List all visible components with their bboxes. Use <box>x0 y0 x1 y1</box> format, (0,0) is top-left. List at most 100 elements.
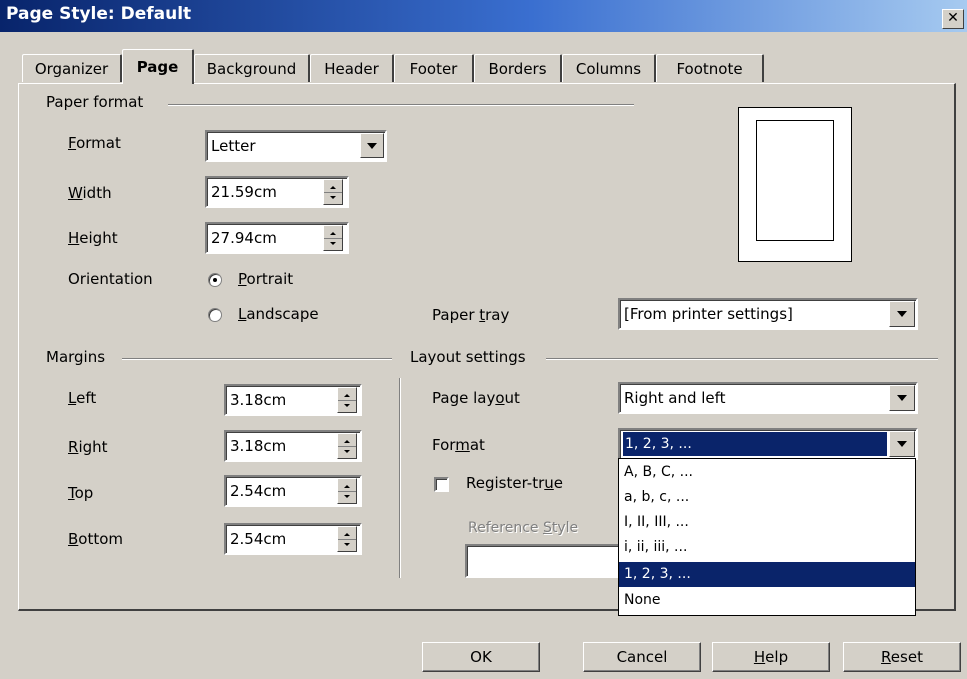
paper-tray-dropdown-button[interactable] <box>889 301 915 327</box>
height-label: Height <box>68 229 118 247</box>
chevron-down-icon <box>367 142 377 149</box>
left-margin-label: Left <box>68 389 97 407</box>
spin-down-icon <box>330 242 336 245</box>
spin-down-icon <box>330 196 336 199</box>
register-true-label[interactable]: Register-true <box>466 474 563 492</box>
height-value: 27.94cm <box>211 229 277 247</box>
numbering-format-dropdown-button[interactable] <box>889 431 915 457</box>
list-option[interactable]: i, ii, iii, ... <box>619 535 915 560</box>
bottom-margin-value: 2.54cm <box>230 530 287 548</box>
spin-divider <box>324 238 342 239</box>
tab-label: Organizer <box>34 60 109 78</box>
ok-button[interactable]: OK <box>422 642 540 672</box>
paper-tray-label: Paper tray <box>432 306 510 324</box>
help-button[interactable]: Help <box>712 642 830 672</box>
tab-background[interactable]: Background <box>194 54 310 82</box>
tab-label: Footnote <box>676 60 743 78</box>
spin-divider <box>338 400 356 401</box>
paper-tray-select[interactable]: [From printer settings] <box>618 298 918 330</box>
portrait-label[interactable]: Portrait <box>238 270 293 288</box>
paper-format-dropdown-button[interactable] <box>360 133 384 158</box>
height-spin-buttons[interactable] <box>323 225 343 251</box>
reference-style-select <box>465 544 625 578</box>
width-value: 21.59cm <box>211 183 277 201</box>
numbering-format-label: Format <box>432 436 485 454</box>
spin-divider <box>338 446 356 447</box>
spin-divider <box>338 539 356 540</box>
numbering-format-select[interactable]: 1, 2, 3, ... <box>618 428 918 460</box>
spin-down-icon <box>344 543 350 546</box>
title-bar: Page Style: Default <box>0 0 967 32</box>
left-margin-spin-buttons[interactable] <box>337 387 357 413</box>
close-button[interactable]: ✕ <box>942 9 964 29</box>
width-spin-buttons[interactable] <box>323 179 343 205</box>
register-true-checkbox[interactable] <box>434 477 449 492</box>
spin-up-icon <box>344 533 350 536</box>
landscape-radio[interactable] <box>208 308 222 322</box>
chevron-down-icon <box>897 441 907 447</box>
tab-footnote[interactable]: Footnote <box>656 54 764 82</box>
reset-button[interactable]: Reset <box>843 642 961 672</box>
spin-up-icon <box>344 394 350 397</box>
portrait-radio[interactable] <box>208 273 222 287</box>
reference-style-label: Reference Style <box>468 520 579 536</box>
list-option[interactable]: a, b, c, ... <box>619 485 915 510</box>
window-title: Page Style: Default <box>6 4 192 24</box>
bottom-margin-spin-buttons[interactable] <box>337 526 357 552</box>
left-margin-value: 3.18cm <box>230 391 287 409</box>
list-option-selected[interactable]: 1, 2, 3, ... <box>619 562 915 587</box>
width-label: Width <box>68 184 112 202</box>
right-margin-label: Right <box>68 438 108 456</box>
spin-up-icon <box>330 186 336 189</box>
top-margin-spin-buttons[interactable] <box>337 478 357 504</box>
right-margin-value: 3.18cm <box>230 437 287 455</box>
tab-label: Header <box>324 60 379 78</box>
page-layout-value: Right and left <box>624 389 726 407</box>
spin-down-icon <box>344 450 350 453</box>
tab-header[interactable]: Header <box>310 54 394 82</box>
right-margin-spin-buttons[interactable] <box>337 433 357 459</box>
bottom-margin-label: Bottom <box>68 530 124 548</box>
format-label: Format <box>68 134 121 152</box>
paper-format-value: Letter <box>211 137 256 155</box>
paper-format-heading: Paper format <box>46 93 150 111</box>
page-layout-dropdown-button[interactable] <box>889 385 915 411</box>
landscape-label[interactable]: Landscape <box>238 305 319 323</box>
tab-label: Page <box>136 58 179 76</box>
numbering-format-dropdown-list[interactable]: A, B, C, ... a, b, c, ... I, II, III, ..… <box>618 458 916 616</box>
spin-divider <box>338 491 356 492</box>
tab-organizer[interactable]: Organizer <box>22 54 122 82</box>
margins-heading: Margins <box>46 348 112 366</box>
tab-label: Columns <box>575 60 642 78</box>
chevron-down-icon <box>897 311 907 317</box>
tab-page[interactable]: Page <box>122 49 194 84</box>
spin-up-icon <box>330 232 336 235</box>
paper-tray-value: [From printer settings] <box>624 305 793 323</box>
spin-divider <box>324 192 342 193</box>
list-option[interactable]: A, B, C, ... <box>619 460 915 485</box>
page-preview-text-area <box>756 120 834 241</box>
close-icon: ✕ <box>947 10 959 26</box>
radio-selected-dot <box>213 278 217 282</box>
tab-borders[interactable]: Borders <box>474 54 562 82</box>
top-margin-label: Top <box>68 484 94 502</box>
spin-down-icon <box>344 404 350 407</box>
layout-settings-heading: Layout settings <box>410 348 532 366</box>
page-layout-label: Page layout <box>432 389 520 407</box>
layout-settings-separator <box>546 358 938 360</box>
tab-footer[interactable]: Footer <box>394 54 474 82</box>
paper-format-separator <box>168 104 634 106</box>
list-option[interactable]: None <box>619 588 915 613</box>
top-margin-value: 2.54cm <box>230 482 287 500</box>
orientation-label: Orientation <box>68 270 153 288</box>
chevron-down-icon <box>897 395 907 401</box>
list-option[interactable]: I, II, III, ... <box>619 510 915 535</box>
numbering-format-value: 1, 2, 3, ... <box>622 431 888 457</box>
vertical-separator <box>399 378 401 578</box>
spin-down-icon <box>344 495 350 498</box>
tab-label: Borders <box>488 60 547 78</box>
cancel-button[interactable]: Cancel <box>583 642 701 672</box>
margins-separator <box>122 358 392 360</box>
page-layout-select[interactable]: Right and left <box>618 382 918 414</box>
tab-columns[interactable]: Columns <box>562 54 656 82</box>
